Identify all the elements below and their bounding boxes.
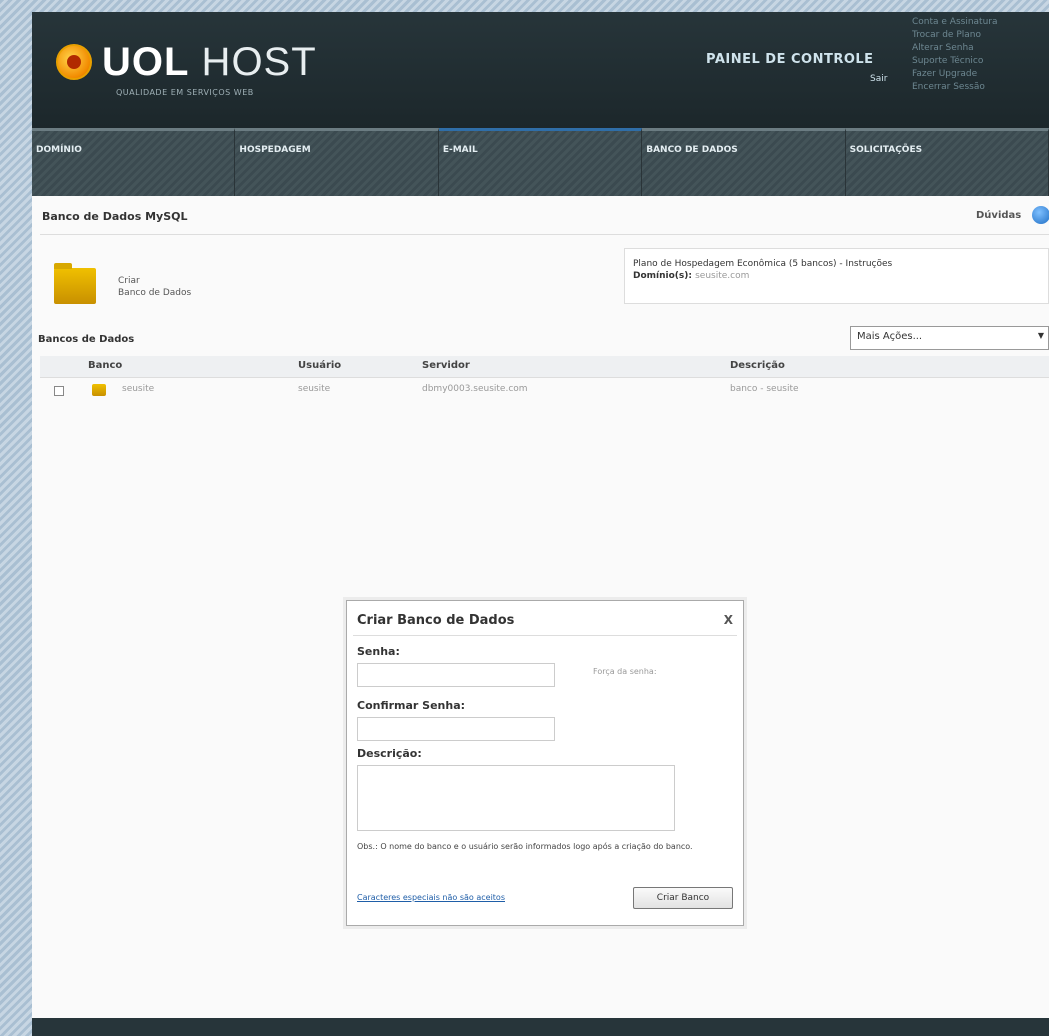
quick-link[interactable]: Encerrar Sessão xyxy=(912,81,1048,94)
quick-link[interactable]: Alterar Senha xyxy=(912,42,1048,55)
help-icon[interactable] xyxy=(1032,206,1049,224)
database-folder-icon xyxy=(92,384,106,396)
panel-title: PAINEL DE CONTROLE xyxy=(706,52,874,67)
divider xyxy=(353,635,737,636)
tab-solicitacoes[interactable]: SOLICITAÇÕES xyxy=(845,128,1049,196)
create-database-link[interactable]: Criar Banco de Dados xyxy=(50,256,240,316)
create-database-dialog: Criar Banco de Dados X Senha: Força da s… xyxy=(346,600,744,926)
confirm-password-label: Confirmar Senha: xyxy=(357,699,466,712)
brand-logo[interactable]: UOL HOST xyxy=(102,40,317,85)
dialog-note: Obs.: O nome do banco e o usuário serão … xyxy=(357,842,693,851)
dialog-title: Criar Banco de Dados xyxy=(357,613,515,628)
quick-link[interactable]: Suporte Técnico xyxy=(912,55,1048,68)
plan-domains: Domínio(s): seusite.com xyxy=(633,271,750,281)
tab-dominio[interactable]: DOMÍNIO xyxy=(32,128,236,196)
column-banco[interactable]: Banco xyxy=(88,360,122,371)
cell-descricao: banco - seusite xyxy=(730,384,799,394)
cell-banco[interactable]: seusite xyxy=(122,384,154,394)
description-field[interactable] xyxy=(357,765,675,831)
section-title: Bancos de Dados xyxy=(38,334,135,345)
password-field[interactable] xyxy=(357,663,555,687)
password-label: Senha: xyxy=(357,645,400,658)
close-icon[interactable]: X xyxy=(724,613,733,627)
chevron-down-icon: ▼ xyxy=(1037,331,1044,340)
database-folder-icon xyxy=(54,263,96,304)
quick-link[interactable]: Conta e Assinatura xyxy=(912,16,1048,29)
quick-link[interactable]: Trocar de Plano xyxy=(912,29,1048,42)
table-row: seusite seusite dbmy0003.seusite.com ban… xyxy=(40,380,1049,402)
cell-usuario: seusite xyxy=(298,384,331,394)
cell-servidor: dbmy0003.seusite.com xyxy=(422,384,528,394)
quick-links: Conta e Assinatura Trocar de Plano Alter… xyxy=(912,16,1048,94)
header: UOL HOST QUALIDADE EM SERVIÇOS WEB PAINE… xyxy=(32,12,1049,128)
create-label: Banco de Dados xyxy=(118,288,192,298)
description-label: Descrição: xyxy=(357,747,422,760)
column-descricao[interactable]: Descrição xyxy=(730,360,785,371)
divider xyxy=(40,234,1049,235)
special-chars-link[interactable]: Caracteres especiais não são aceitos xyxy=(357,893,505,902)
page-title: Banco de Dados MySQL xyxy=(42,210,188,223)
uol-logo-icon xyxy=(56,44,92,80)
more-actions-select[interactable]: Mais Ações... ▼ xyxy=(850,326,1049,350)
more-actions-label: Mais Ações... xyxy=(857,331,923,342)
app-window: UOL HOST QUALIDADE EM SERVIÇOS WEB PAINE… xyxy=(32,12,1049,1036)
footer-bar xyxy=(32,1018,1049,1036)
create-database-button[interactable]: Criar Banco xyxy=(633,887,733,909)
main-nav: DOMÍNIO HOSPEDAGEM E-MAIL BANCO DE DADOS… xyxy=(32,128,1049,196)
column-usuario[interactable]: Usuário xyxy=(298,360,341,371)
confirm-password-field[interactable] xyxy=(357,717,555,741)
plan-name[interactable]: Plano de Hospedagem Econômica (5 bancos)… xyxy=(633,259,1040,269)
tab-email[interactable]: E-MAIL xyxy=(438,128,643,196)
help-link[interactable]: Dúvidas xyxy=(976,210,1021,221)
password-strength-label: Força da senha: xyxy=(593,667,657,676)
table-header: Banco Usuário Servidor Descrição xyxy=(40,356,1049,378)
tab-banco-de-dados[interactable]: BANCO DE DADOS xyxy=(642,128,846,196)
column-servidor[interactable]: Servidor xyxy=(422,360,470,371)
tab-hospedagem[interactable]: HOSPEDAGEM xyxy=(235,128,439,196)
quick-link[interactable]: Fazer Upgrade xyxy=(912,68,1048,81)
logout-link[interactable]: Sair xyxy=(870,74,887,84)
row-checkbox[interactable] xyxy=(54,386,64,396)
plan-info-box: Plano de Hospedagem Econômica (5 bancos)… xyxy=(624,248,1049,304)
brand-tagline: QUALIDADE EM SERVIÇOS WEB xyxy=(116,88,254,97)
create-label: Criar xyxy=(118,276,140,286)
